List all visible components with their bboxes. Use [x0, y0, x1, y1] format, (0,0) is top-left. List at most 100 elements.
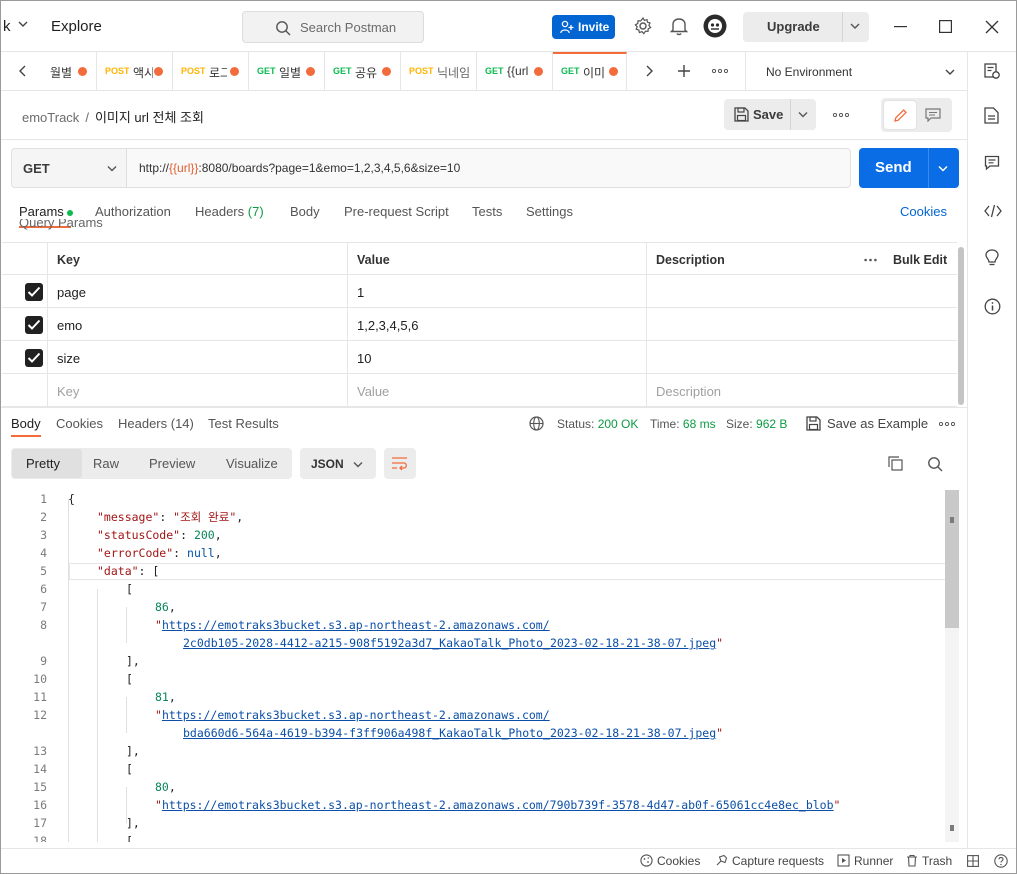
chevron-down-icon[interactable]	[849, 20, 861, 32]
more-icon[interactable]	[833, 113, 849, 117]
param-value-cell[interactable]: 1,2,3,4,5,6	[347, 308, 646, 341]
trash-button[interactable]: Trash	[906, 854, 952, 868]
cookies-link[interactable]: Cookies	[900, 204, 947, 219]
param-checkbox[interactable]	[25, 349, 43, 367]
param-key-cell[interactable]: size	[47, 341, 347, 374]
breadcrumb-collection[interactable]: emoTrack	[22, 110, 79, 125]
lightbulb-icon[interactable]	[984, 249, 1000, 267]
tab-pre-request-script[interactable]: Pre-request Script	[344, 204, 449, 219]
avatar-icon[interactable]	[703, 14, 727, 38]
new-key-input[interactable]: Key	[47, 374, 347, 407]
param-checkbox[interactable]	[25, 316, 43, 334]
response-size[interactable]: Size: 962 B	[726, 417, 787, 431]
bell-icon[interactable]	[670, 16, 688, 36]
params-scrollbar[interactable]	[958, 247, 964, 405]
tab-body[interactable]: Body	[290, 204, 320, 219]
tab-settings[interactable]: Settings	[526, 204, 573, 219]
response-tab-body[interactable]: Body	[11, 416, 41, 431]
chevron-right-icon[interactable]	[644, 65, 654, 77]
param-description-cell[interactable]	[646, 275, 957, 308]
method-selector[interactable]: GET	[12, 149, 127, 187]
tab-authorization[interactable]: Authorization	[95, 204, 171, 219]
edit-mode-button[interactable]	[884, 101, 916, 129]
request-tab[interactable]: GET 일별	[249, 52, 325, 90]
code-scrollbar-thumb[interactable]	[945, 490, 959, 628]
send-button[interactable]: Send	[859, 148, 959, 188]
request-tab-active[interactable]: GET 이미	[553, 52, 627, 90]
chevron-down-icon[interactable]	[18, 19, 28, 29]
new-description-input[interactable]: Description	[646, 374, 957, 407]
search-icon[interactable]	[927, 456, 943, 472]
response-tab-cookies[interactable]: Cookies	[56, 416, 103, 431]
json-url-link[interactable]: 2c0db105-2028-4412-a215-908f5192a3d7_Kak…	[183, 636, 716, 650]
request-name[interactable]: 이미지 url 전체 조회	[95, 110, 204, 125]
documentation-icon[interactable]	[984, 107, 999, 124]
param-description-cell[interactable]	[646, 308, 957, 341]
footer-cookies-button[interactable]: Cookies	[640, 854, 700, 868]
tab-headers[interactable]: Headers (7)	[195, 204, 264, 219]
url-input[interactable]: http://{{url}}:8080/boards?page=1&emo=1,…	[139, 161, 460, 175]
more-icon[interactable]	[712, 69, 728, 73]
json-url-link[interactable]: https://emotraks3bucket.s3.ap-northeast-…	[162, 618, 550, 632]
json-url-link[interactable]: https://emotraks3bucket.s3.ap-northeast-…	[162, 798, 834, 812]
response-tab-headers[interactable]: Headers (14)	[118, 416, 194, 431]
new-value-input[interactable]: Value	[347, 374, 646, 407]
maximize-icon[interactable]	[939, 20, 952, 33]
format-selector[interactable]: JSON	[300, 448, 376, 479]
more-icon[interactable]	[864, 258, 877, 262]
view-visualize[interactable]: Visualize	[226, 456, 278, 471]
layout-icon[interactable]	[967, 855, 979, 867]
chevron-down-icon[interactable]	[937, 164, 949, 174]
response-time[interactable]: Time: 68 ms	[650, 417, 716, 431]
explore-link[interactable]: Explore	[51, 18, 102, 35]
environment-selector[interactable]: No Environment	[745, 52, 969, 91]
copy-icon[interactable]	[888, 456, 903, 471]
param-value-cell[interactable]: 10	[347, 341, 646, 374]
info-icon[interactable]	[984, 298, 1001, 315]
view-pretty[interactable]: Pretty	[26, 456, 60, 471]
globe-icon[interactable]	[529, 416, 544, 431]
comments-icon[interactable]	[984, 155, 1000, 171]
url-variable[interactable]: {{url}}	[169, 161, 198, 175]
request-tab[interactable]: POST 로그	[173, 52, 249, 90]
bulk-edit-link[interactable]: Bulk Edit	[893, 253, 947, 267]
param-key-cell[interactable]: emo	[47, 308, 347, 341]
more-icon[interactable]	[939, 422, 955, 426]
close-icon[interactable]	[985, 20, 999, 34]
wrap-lines-button[interactable]	[384, 448, 416, 479]
upgrade-button[interactable]: Upgrade	[743, 12, 869, 42]
json-url-link[interactable]: bda660d6-564a-4619-b394-f3ff906a498f_Kak…	[183, 726, 716, 740]
invite-button[interactable]: Invite	[552, 15, 615, 39]
runner-button[interactable]: Runner	[837, 854, 893, 868]
chevron-down-icon[interactable]	[797, 110, 809, 120]
tab-tests[interactable]: Tests	[472, 204, 502, 219]
save-button[interactable]: Save	[724, 99, 816, 130]
json-url-link[interactable]: https://emotraks3bucket.s3.ap-northeast-…	[162, 708, 550, 722]
request-tab[interactable]: POST 닉네임	[401, 52, 477, 90]
environment-quicklook-icon[interactable]	[984, 63, 1001, 80]
request-tab[interactable]: GET 공유	[325, 52, 401, 90]
chevron-left-icon[interactable]	[18, 65, 28, 77]
request-tab[interactable]: POST 액시	[97, 52, 173, 90]
request-tab[interactable]: GET {{url	[477, 52, 553, 90]
view-preview[interactable]: Preview	[149, 456, 195, 471]
view-raw[interactable]: Raw	[93, 456, 119, 471]
gear-icon[interactable]	[633, 16, 653, 36]
search-bar[interactable]: Search Postman	[242, 11, 424, 43]
response-body-viewer[interactable]: 1 2 3 4 5 6 7 8 9 10 11 12 13 14 15 16 1…	[1, 490, 945, 842]
plus-icon[interactable]	[677, 64, 691, 78]
minimize-icon[interactable]	[894, 26, 907, 28]
capture-requests-button[interactable]: Capture requests	[715, 854, 824, 868]
help-icon[interactable]	[994, 854, 1008, 868]
param-checkbox[interactable]	[25, 283, 43, 301]
request-tab[interactable]: 월별	[41, 52, 97, 90]
save-as-example-button[interactable]: Save as Example	[827, 416, 928, 431]
param-description-cell[interactable]	[646, 341, 957, 374]
param-value-cell[interactable]: 1	[347, 275, 646, 308]
workspace-name[interactable]: k	[3, 18, 11, 35]
param-key-cell[interactable]: page	[47, 275, 347, 308]
tab-params[interactable]: Params	[19, 204, 73, 219]
response-status[interactable]: Status: 200 OK	[557, 417, 638, 431]
response-tab-test-results[interactable]: Test Results	[208, 416, 279, 431]
code-icon[interactable]	[984, 204, 1002, 218]
